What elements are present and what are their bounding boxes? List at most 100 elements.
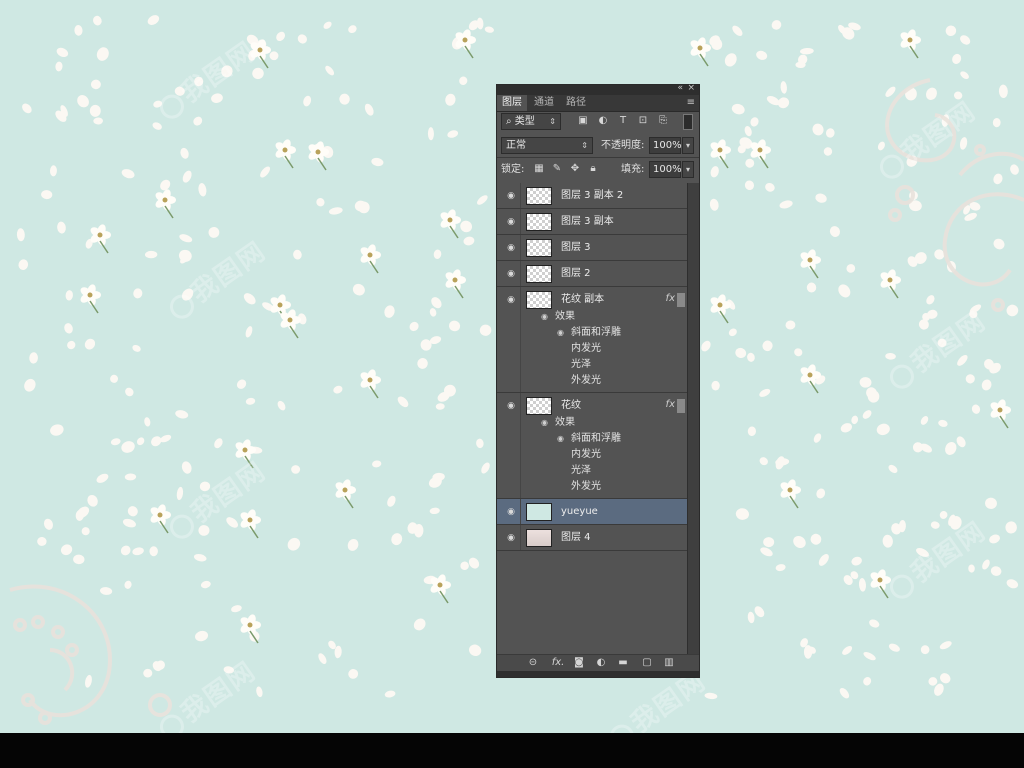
effect-item[interactable]: 内发光 xyxy=(571,447,601,463)
layer-row[interactable]: ◉ 图层 3 副本 xyxy=(497,209,687,235)
petal xyxy=(477,195,488,205)
layer-row[interactable]: ◉ 图层 2 xyxy=(497,261,687,287)
image-filter-icon[interactable]: ▣ xyxy=(577,115,589,127)
petal xyxy=(303,95,312,107)
eye-icon[interactable]: ◉ xyxy=(505,532,517,544)
eye-icon[interactable]: ◉ xyxy=(505,268,517,280)
layer-name[interactable]: 图层 3 副本 2 xyxy=(561,183,623,209)
eye-icon[interactable]: ◉ xyxy=(505,242,517,254)
layer-effects-icon[interactable]: fx xyxy=(666,399,675,410)
fill-input[interactable]: 100% xyxy=(649,161,682,178)
layer-name[interactable]: 图层 3 xyxy=(561,235,591,261)
layer-name[interactable]: 图层 4 xyxy=(561,525,591,551)
petal xyxy=(151,436,162,447)
petal xyxy=(143,668,153,678)
flower xyxy=(710,139,731,169)
text-filter-icon[interactable]: T xyxy=(617,115,629,127)
petal xyxy=(863,651,876,661)
trash-icon[interactable]: ▥ xyxy=(663,657,675,669)
petal xyxy=(759,457,768,466)
effect-item[interactable]: 斜面和浮雕 xyxy=(571,325,621,341)
adjustment-icon[interactable]: ◐ xyxy=(595,657,607,669)
eye-icon[interactable]: ◉ xyxy=(505,190,517,202)
adjustment-filter-icon[interactable]: ◐ xyxy=(597,115,609,127)
lock-transparent-icon[interactable]: ▦ xyxy=(533,163,545,175)
tab-layers[interactable]: 图层 xyxy=(497,95,527,111)
petal xyxy=(364,103,374,116)
filter-kind-select[interactable]: ⌕ 类型 ⇕ xyxy=(501,113,561,130)
panel-tabs: 图层 通道 路径 ≡ xyxy=(497,95,699,112)
effect-item[interactable]: 斜面和浮雕 xyxy=(571,431,621,447)
effect-item[interactable]: 内发光 xyxy=(571,341,601,357)
filter-row: ⌕ 类型 ⇕ ▣ ◐ T ⊡ ⎘ xyxy=(501,113,695,131)
layer-row[interactable]: ◉ 花纹 副本 fx ◉ 效果 ◉ 斜面和浮雕 内发光 光泽 外发光 xyxy=(497,287,687,393)
layer-name[interactable]: 图层 3 副本 xyxy=(561,209,614,235)
petal xyxy=(945,25,957,37)
opacity-input[interactable]: 100% xyxy=(649,137,682,154)
layer-row[interactable]: ◉ 图层 3 副本 2 xyxy=(497,183,687,209)
eye-icon[interactable]: ◉ xyxy=(541,415,548,431)
layer-row[interactable]: ◉ 图层 3 xyxy=(497,235,687,261)
collapse-icon[interactable]: « xyxy=(677,83,683,93)
layer-name[interactable]: 图层 2 xyxy=(561,261,591,287)
petal xyxy=(838,284,851,298)
petal xyxy=(747,426,756,437)
layer-effects-icon[interactable]: fx xyxy=(666,293,675,304)
lock-brush-icon[interactable]: ✎ xyxy=(551,163,563,175)
fx-icon[interactable]: fx. xyxy=(549,657,567,669)
petal xyxy=(815,193,827,203)
layer-name[interactable]: yueyue xyxy=(561,499,598,525)
layer-row-selected[interactable]: ◉ yueyue xyxy=(497,499,687,525)
new-layer-icon[interactable]: ▢ xyxy=(641,657,653,669)
effect-item[interactable]: 外发光 xyxy=(571,479,601,495)
layer-row[interactable]: ◉ 花纹 fx ◉ 效果 ◉ 斜面和浮雕 内发光 光泽 外发光 xyxy=(497,393,687,499)
petal xyxy=(709,198,719,211)
petal xyxy=(318,653,327,664)
opacity-label: 不透明度: xyxy=(601,140,645,151)
petal xyxy=(960,71,969,80)
lock-all-icon[interactable]: 🔒︎ xyxy=(587,163,599,175)
panel-resize-grip[interactable] xyxy=(497,671,699,677)
effect-item[interactable]: 外发光 xyxy=(571,373,601,389)
link-icon[interactable]: ⊝ xyxy=(527,657,539,669)
petal xyxy=(476,438,484,449)
effects-toggle[interactable] xyxy=(677,399,685,413)
blend-mode-select[interactable]: 正常 ⇕ xyxy=(501,137,593,154)
effects-toggle[interactable] xyxy=(677,293,685,307)
eye-icon[interactable]: ◉ xyxy=(557,431,564,447)
eye-icon[interactable]: ◉ xyxy=(505,506,517,518)
folder-icon[interactable]: ▬ xyxy=(617,657,629,669)
petal xyxy=(747,352,755,362)
petal xyxy=(1010,164,1019,175)
petal xyxy=(122,518,136,528)
petal xyxy=(912,442,923,453)
smart-object-filter-icon[interactable]: ⎘ xyxy=(657,115,669,127)
petal xyxy=(372,460,382,468)
close-icon[interactable]: × xyxy=(687,83,695,93)
filter-toggle[interactable] xyxy=(683,114,693,130)
tab-paths[interactable]: 路径 xyxy=(561,95,591,111)
fill-arrow[interactable]: ▾ xyxy=(682,161,694,178)
panel-title-strip[interactable]: « × xyxy=(497,83,699,95)
eye-icon[interactable]: ◉ xyxy=(505,400,517,412)
petal xyxy=(754,606,765,618)
flower xyxy=(360,369,381,399)
eye-icon[interactable]: ◉ xyxy=(541,309,548,325)
eye-icon[interactable]: ◉ xyxy=(557,325,564,341)
eye-icon[interactable]: ◉ xyxy=(505,294,517,306)
scrollbar[interactable] xyxy=(687,183,699,655)
effect-item[interactable]: 光泽 xyxy=(571,463,591,479)
mask-icon[interactable]: ◙ xyxy=(573,657,585,669)
shape-filter-icon[interactable]: ⊡ xyxy=(637,115,649,127)
effect-item[interactable]: 光泽 xyxy=(571,357,591,373)
petal xyxy=(858,578,867,592)
layer-row[interactable]: ◉ 图层 4 xyxy=(497,525,687,551)
tab-channels[interactable]: 通道 xyxy=(529,95,559,111)
flower xyxy=(455,29,476,59)
eye-icon[interactable]: ◉ xyxy=(505,216,517,228)
flower xyxy=(780,479,801,509)
petal xyxy=(195,630,209,642)
opacity-arrow[interactable]: ▾ xyxy=(682,137,694,154)
lock-move-icon[interactable]: ✥ xyxy=(569,163,581,175)
panel-menu-icon[interactable]: ≡ xyxy=(687,95,695,111)
